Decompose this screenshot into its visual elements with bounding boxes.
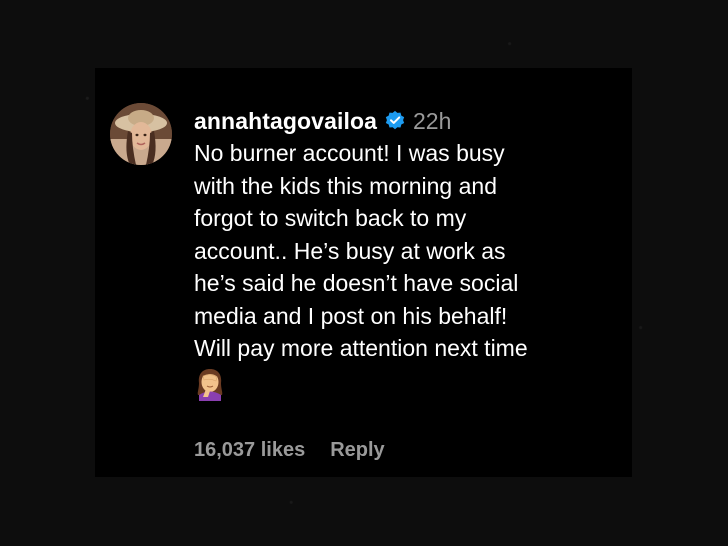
comment-text-line: forgot to switch back to my xyxy=(194,205,467,231)
avatar[interactable] xyxy=(110,103,172,165)
comment-card: annahtagovailoa 22h No burner account! I… xyxy=(95,68,632,477)
comment-text-line: account.. He’s busy at work as xyxy=(194,237,506,264)
comment-timestamp: 22h xyxy=(412,107,452,134)
comment-text-line: Will pay more attention next time xyxy=(194,335,528,361)
username-link[interactable]: annahtagovailoa xyxy=(194,108,377,135)
comment-header: annahtagovailoa 22h xyxy=(194,104,619,138)
comment-text-line: No burner account! I was busy xyxy=(194,140,505,166)
woman-facepalming-icon xyxy=(193,367,227,401)
comment-text-line: he’s said he doesn’t have social xyxy=(194,270,519,296)
comment-text-line: media and I post on his behalf! xyxy=(194,302,508,329)
comment-content: annahtagovailoa 22h No burner account! I… xyxy=(194,104,619,401)
comment-footer: 16,037 likes Reply xyxy=(194,435,385,465)
verified-badge-icon xyxy=(384,110,406,132)
comment-body: No burner account! I was busy with the k… xyxy=(194,137,619,365)
comment-text-line: with the kids this morning and xyxy=(194,172,497,199)
reply-button[interactable]: Reply xyxy=(330,439,384,462)
likes-count[interactable]: 16,037 likes xyxy=(194,439,305,462)
